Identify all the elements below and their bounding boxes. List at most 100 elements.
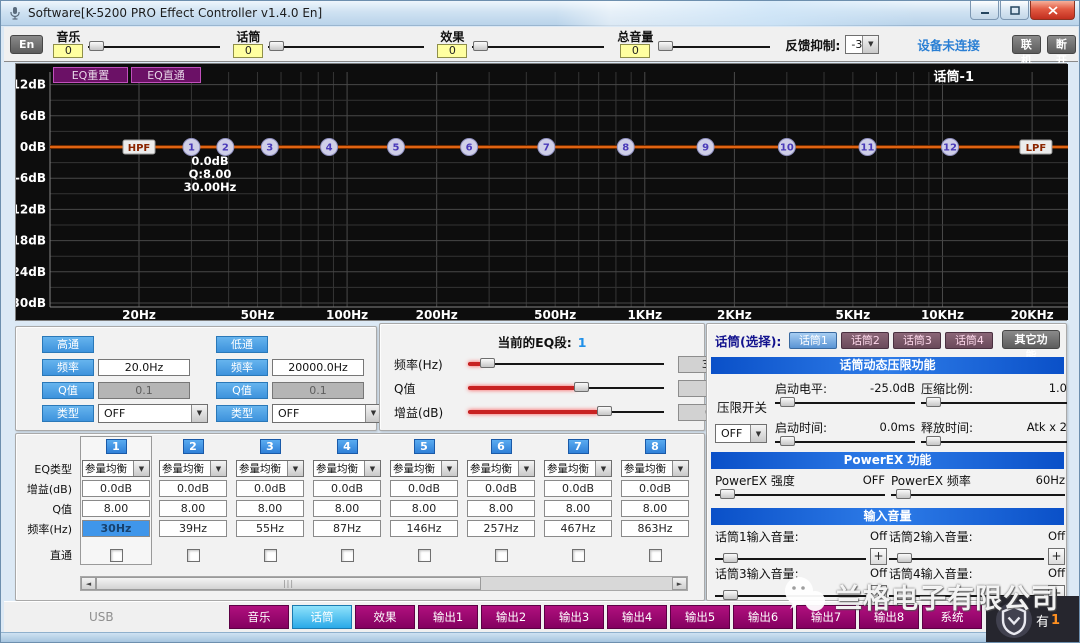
- band-freq-cell[interactable]: 146Hz: [390, 520, 458, 537]
- band-gain-cell[interactable]: 0.0dB: [544, 480, 612, 497]
- slider-thumb[interactable]: [780, 436, 795, 446]
- slider-thumb[interactable]: [897, 553, 912, 563]
- slider-thumb[interactable]: [897, 590, 912, 600]
- Q值-slider-track[interactable]: [468, 387, 664, 389]
- horizontal-scrollbar[interactable]: ◄ ||| ►: [80, 576, 688, 591]
- scroll-right-arrow-icon[interactable]: ►: [672, 577, 687, 590]
- band-gain-cell[interactable]: 0.0dB: [236, 480, 304, 497]
- close-button[interactable]: [1030, 1, 1075, 20]
- filter-type-select[interactable]: OFF▼: [272, 404, 382, 423]
- slider-thumb[interactable]: [473, 41, 488, 51]
- slider-value-box[interactable]: 0: [233, 44, 263, 58]
- band-gain-cell[interactable]: 0.0dB: [82, 480, 150, 497]
- 增益(dB)-slider-track[interactable]: [468, 411, 664, 413]
- 话筒-slider-track[interactable]: [268, 46, 424, 48]
- bypass-checkbox[interactable]: [341, 549, 354, 562]
- slider-thumb[interactable]: [723, 590, 738, 600]
- slider-track[interactable]: [889, 558, 1044, 560]
- slider-thumb[interactable]: [89, 41, 104, 51]
- chevron-down-icon[interactable]: ▼: [364, 461, 380, 476]
- scrollbar-thumb[interactable]: |||: [96, 577, 481, 590]
- band-gain-cell[interactable]: 0.0dB: [390, 480, 458, 497]
- slider-value-box[interactable]: 0: [437, 44, 467, 58]
- tab-输出1[interactable]: 输出1: [418, 605, 478, 629]
- filter-type-select[interactable]: OFF▼: [98, 404, 208, 423]
- slider-thumb[interactable]: [896, 489, 911, 499]
- tab-输出8[interactable]: 输出8: [859, 605, 919, 629]
- slider-thumb[interactable]: [780, 397, 795, 407]
- eq-type-select[interactable]: 参量均衡▼: [236, 460, 304, 477]
- filter-param-field[interactable]: 20.0Hz: [98, 359, 190, 376]
- band-q-cell[interactable]: 8.00: [390, 500, 458, 517]
- slider-thumb[interactable]: [926, 397, 941, 407]
- band-number-badge[interactable]: 3: [260, 439, 281, 454]
- scroll-left-arrow-icon[interactable]: ◄: [81, 577, 96, 590]
- chevron-down-icon[interactable]: ▼: [287, 461, 303, 476]
- bypass-checkbox[interactable]: [187, 549, 200, 562]
- band-q-cell[interactable]: 8.00: [313, 500, 381, 517]
- tab-输出7[interactable]: 输出7: [796, 605, 856, 629]
- 音乐-slider-track[interactable]: [88, 46, 220, 48]
- tab-输出3[interactable]: 输出3: [544, 605, 604, 629]
- filter-param-button[interactable]: Q值: [42, 382, 94, 399]
- band-q-cell[interactable]: 8.00: [82, 500, 150, 517]
- band-freq-cell[interactable]: 467Hz: [544, 520, 612, 537]
- bypass-checkbox[interactable]: [264, 549, 277, 562]
- band-q-cell[interactable]: 8.00: [621, 500, 689, 517]
- band-freq-cell[interactable]: 863Hz: [621, 520, 689, 537]
- band-number-badge[interactable]: 8: [645, 439, 666, 454]
- mic-select-button-3[interactable]: 话筒3: [893, 332, 941, 349]
- eq-type-select[interactable]: 参量均衡▼: [544, 460, 612, 477]
- chevron-down-icon[interactable]: ▼: [191, 405, 207, 422]
- 频率(Hz)-slider-track[interactable]: [468, 363, 664, 365]
- eq-type-select[interactable]: 参量均衡▼: [159, 460, 227, 477]
- slider-value-box[interactable]: 0: [620, 44, 650, 58]
- connect-button[interactable]: 联机: [1012, 35, 1041, 54]
- chevron-down-icon[interactable]: ▼: [672, 461, 688, 476]
- 总音量-slider-track[interactable]: [658, 46, 770, 48]
- band-number-badge[interactable]: 6: [491, 439, 512, 454]
- filter-param-button[interactable]: 频率: [216, 359, 268, 376]
- slider-thumb[interactable]: [597, 406, 612, 416]
- band-number-badge[interactable]: 1: [106, 439, 127, 454]
- bypass-checkbox[interactable]: [495, 549, 508, 562]
- slider-thumb[interactable]: [723, 553, 738, 563]
- eq-type-select[interactable]: 参量均衡▼: [390, 460, 458, 477]
- slider-track[interactable]: [891, 494, 1065, 496]
- bypass-checkbox[interactable]: [110, 549, 123, 562]
- slider-track[interactable]: [715, 595, 866, 597]
- eq-bypass-button[interactable]: EQ直通: [131, 67, 201, 83]
- band-q-cell[interactable]: 8.00: [236, 500, 304, 517]
- band-q-cell[interactable]: 8.00: [159, 500, 227, 517]
- eq-type-select[interactable]: 参量均衡▼: [467, 460, 535, 477]
- slider-track[interactable]: [715, 494, 885, 496]
- chevron-down-icon[interactable]: ▼: [595, 461, 611, 476]
- chevron-down-icon[interactable]: ▼: [441, 461, 457, 476]
- mic-select-button-4[interactable]: 话筒4: [945, 332, 993, 349]
- band-freq-cell[interactable]: 30Hz: [82, 520, 150, 537]
- filter-param-field[interactable]: 20000.0Hz: [272, 359, 364, 376]
- chevron-down-icon[interactable]: ▼: [210, 461, 226, 476]
- shield-icon[interactable]: [994, 600, 1034, 640]
- chevron-down-icon[interactable]: ▼: [133, 461, 149, 476]
- eq-type-select[interactable]: 参量均衡▼: [82, 460, 150, 477]
- bypass-checkbox[interactable]: [572, 549, 585, 562]
- band-freq-cell[interactable]: 39Hz: [159, 520, 227, 537]
- filter-param-button[interactable]: 频率: [42, 359, 94, 376]
- eq-reset-button[interactable]: EQ重置: [53, 67, 128, 83]
- other-functions-button[interactable]: 其它功能: [1002, 330, 1060, 349]
- band-number-badge[interactable]: 7: [568, 439, 589, 454]
- increase-button[interactable]: +: [870, 585, 887, 602]
- tab-效果[interactable]: 效果: [355, 605, 415, 629]
- filter-param-button[interactable]: 类型: [42, 405, 94, 422]
- maximize-button[interactable]: [1000, 1, 1029, 20]
- slider-track[interactable]: [715, 558, 866, 560]
- band-gain-cell[interactable]: 0.0dB: [467, 480, 535, 497]
- band-number-badge[interactable]: 2: [183, 439, 204, 454]
- band-q-cell[interactable]: 8.00: [544, 500, 612, 517]
- increase-button[interactable]: +: [1048, 548, 1065, 565]
- filter-title-button[interactable]: 高通: [42, 336, 94, 353]
- mic-select-button-1[interactable]: 话筒1: [789, 332, 837, 349]
- chevron-down-icon[interactable]: ▼: [518, 461, 534, 476]
- minimize-button[interactable]: [970, 1, 999, 20]
